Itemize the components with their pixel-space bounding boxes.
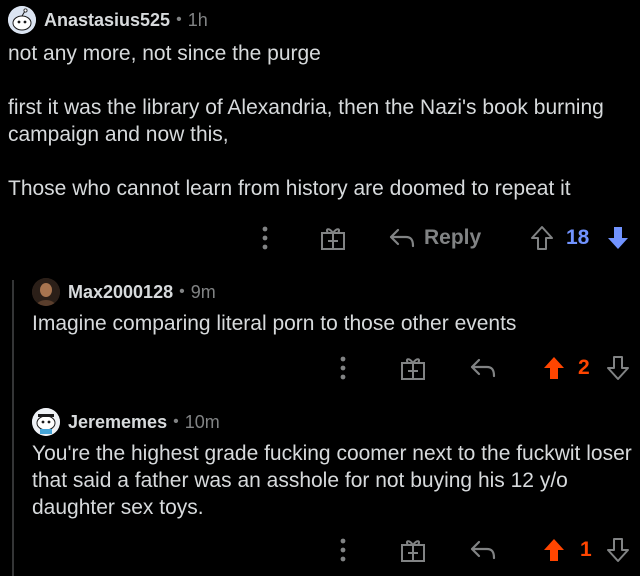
comment-actions: 1 [0, 534, 640, 566]
avatar[interactable] [8, 6, 36, 34]
upvote-arrow-filled-icon [544, 539, 564, 561]
more-options-icon [340, 356, 346, 380]
separator-dot: • [179, 283, 185, 300]
timestamp: 9m [190, 281, 216, 302]
gift-icon [401, 540, 425, 562]
award-button[interactable] [398, 352, 428, 384]
reply-label: Reply [424, 226, 482, 249]
comment-header: Max2000128 • 9m [32, 278, 216, 306]
more-options-icon [262, 226, 268, 250]
timestamp: 1h [187, 9, 208, 30]
award-button[interactable] [398, 534, 428, 566]
comment-header: Jerememes • 10m [32, 408, 220, 436]
comment-body: not any more, not since the purge first … [8, 42, 604, 200]
separator-dot: • [173, 413, 179, 430]
username[interactable]: Anastasius525 [44, 10, 170, 31]
vote-score: 2 [578, 356, 590, 379]
gift-icon [401, 358, 425, 380]
downvote-button[interactable] [604, 534, 632, 566]
more-options-button[interactable] [334, 534, 352, 566]
gift-icon [321, 228, 345, 250]
comment-actions: 2 [0, 352, 640, 384]
upvote-button[interactable] [540, 352, 568, 384]
downvote-button[interactable] [604, 352, 632, 384]
more-options-button[interactable] [334, 352, 352, 384]
upvote-button[interactable] [540, 534, 568, 566]
downvote-button[interactable] [604, 222, 632, 254]
snoo-avatar-icon [8, 6, 36, 34]
upvote-arrow-outline-icon [531, 226, 553, 250]
more-options-icon [340, 538, 346, 562]
comment: Max2000128 • 9m Imagine comparing litera… [0, 270, 640, 400]
avatar[interactable] [32, 278, 60, 306]
comment-body: You're the highest grade fucking coomer … [32, 442, 632, 519]
comment: Jerememes • 10m You're the highest grade… [0, 400, 640, 576]
reply-button[interactable] [468, 534, 498, 566]
username[interactable]: Jerememes [68, 412, 167, 433]
downvote-arrow-outline-icon [607, 538, 629, 562]
comment-actions: Reply 18 [0, 222, 640, 254]
reply-button[interactable] [468, 352, 498, 384]
reply-icon [389, 228, 415, 248]
downvote-arrow-outline-icon [607, 356, 629, 380]
upvote-button[interactable] [528, 222, 556, 254]
reply-icon [470, 358, 496, 378]
downvote-arrow-filled-icon [608, 227, 628, 249]
avatar[interactable] [32, 408, 60, 436]
reply-icon [470, 540, 496, 560]
comment-header: Anastasius525 • 1h [8, 6, 208, 34]
award-button[interactable] [318, 222, 348, 254]
upvote-arrow-filled-icon [544, 357, 564, 379]
vote-score: 1 [580, 538, 592, 561]
comment-body: Imagine comparing literal porn to those … [32, 312, 517, 335]
more-options-button[interactable] [256, 222, 274, 254]
separator-dot: • [176, 11, 182, 28]
user-photo-icon [32, 278, 60, 306]
vote-score: 18 [566, 226, 590, 249]
snoo-avatar-icon [32, 408, 60, 436]
username[interactable]: Max2000128 [68, 282, 173, 303]
comment: Anastasius525 • 1h not any more, not sin… [0, 0, 640, 270]
timestamp: 10m [184, 411, 220, 432]
reply-button[interactable]: Reply [388, 222, 481, 254]
